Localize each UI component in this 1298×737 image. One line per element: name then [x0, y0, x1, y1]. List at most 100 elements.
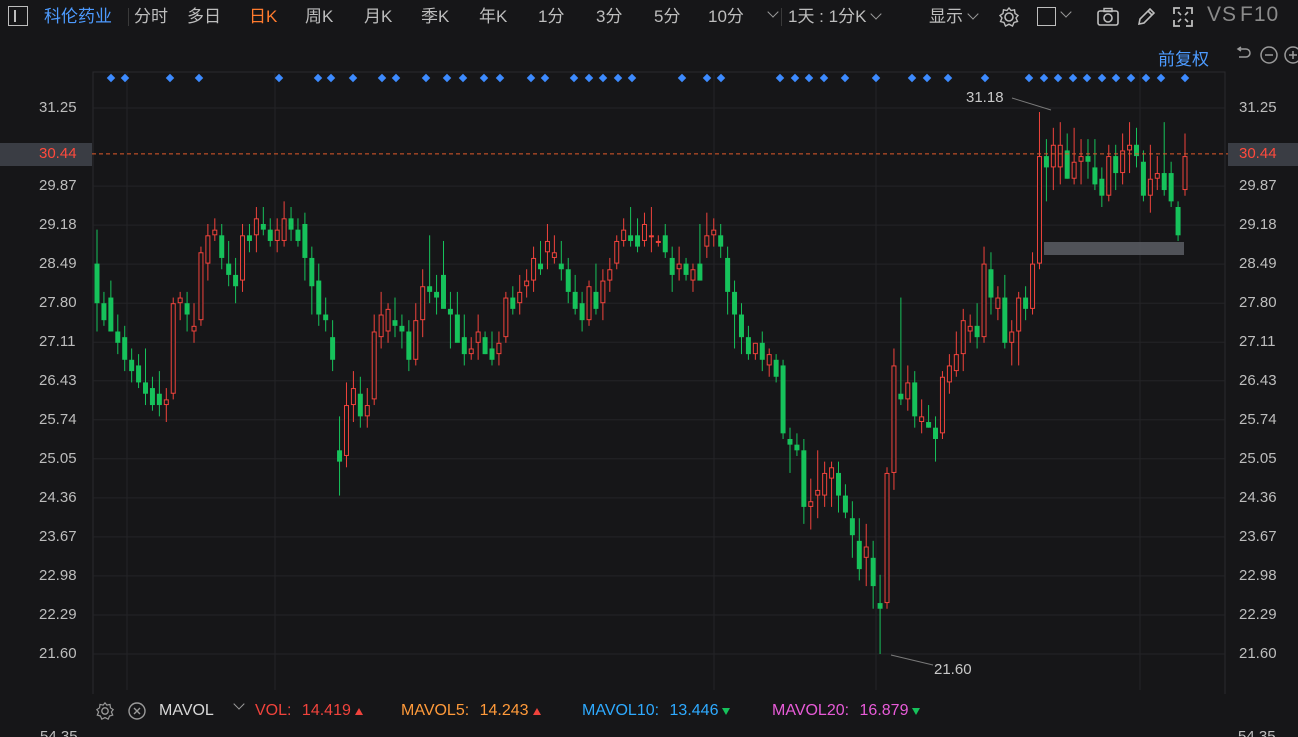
candlesticks: [94, 111, 1188, 654]
candle-body: [246, 235, 252, 241]
candle: [1147, 144, 1153, 213]
candle-body: [697, 263, 703, 281]
candle: [919, 399, 925, 434]
event-marker: [943, 73, 953, 83]
candle-body: [780, 365, 786, 434]
indicator-select[interactable]: MAVOL: [159, 702, 214, 720]
candle-body: [184, 303, 190, 315]
candle-body: [1016, 297, 1022, 332]
candle: [711, 218, 717, 247]
candle-body: [198, 252, 204, 321]
settings-icon[interactable]: [95, 701, 115, 721]
tab-quarter-k[interactable]: 季K: [421, 6, 449, 28]
candle-body: [177, 297, 183, 304]
candle: [260, 207, 266, 236]
event-marker: [326, 73, 336, 83]
candle: [863, 523, 869, 587]
display-menu[interactable]: 显示: [929, 6, 979, 28]
candle-body: [323, 314, 329, 321]
candle: [822, 461, 828, 507]
candle: [1127, 122, 1133, 174]
candle-body: [1133, 144, 1139, 157]
price-tick-left: 22.29: [39, 605, 77, 623]
mavol10-value: 13.446: [669, 702, 719, 719]
tab-fenshi[interactable]: 分时: [134, 6, 168, 28]
event-marker: [613, 73, 623, 83]
chart-overlay: [92, 97, 1228, 666]
mavol10-readout: MAVOL10: 13.446: [582, 702, 731, 720]
mavol20-readout: MAVOL20: 16.879: [772, 702, 921, 720]
candle-body: [1036, 156, 1042, 264]
fullscreen-icon[interactable]: [1172, 6, 1194, 28]
candle: [849, 501, 855, 558]
candle: [1085, 139, 1091, 179]
candle: [1078, 139, 1084, 185]
candle: [343, 382, 349, 468]
event-marker: [1097, 73, 1107, 83]
candle: [309, 246, 315, 315]
candle: [1168, 161, 1174, 208]
candle-body: [967, 325, 973, 332]
tab-week-k[interactable]: 周K: [305, 6, 333, 28]
close-icon[interactable]: [128, 702, 146, 720]
square-icon[interactable]: [1037, 7, 1056, 26]
high-price-label: 31.18: [966, 89, 1004, 106]
candle-body: [531, 257, 537, 281]
event-marker: [840, 73, 850, 83]
event-marker: [1039, 73, 1049, 83]
divider: [128, 8, 129, 26]
event-marker: [677, 73, 687, 83]
vs-button[interactable]: VS: [1207, 4, 1237, 26]
tab-month-k[interactable]: 月K: [364, 6, 392, 28]
pen-icon[interactable]: [1135, 6, 1157, 28]
candle-body: [1092, 167, 1098, 185]
candle-body: [1023, 297, 1029, 309]
f10-button[interactable]: F10: [1240, 4, 1279, 26]
event-marker: [804, 73, 814, 83]
chevron-down-icon[interactable]: [763, 4, 779, 26]
event-marker: [442, 73, 452, 83]
candle-body: [953, 354, 959, 372]
current-price-label-left: 30.44: [39, 144, 77, 162]
candle: [926, 405, 932, 428]
event-marker: [1111, 73, 1121, 83]
candle: [461, 314, 467, 366]
price-tick-right: 31.25: [1239, 99, 1277, 116]
sidebar-toggle-icon[interactable]: [8, 6, 28, 26]
settings-icon[interactable]: [998, 6, 1020, 28]
chevron-down-icon[interactable]: [1056, 4, 1072, 26]
candle-body: [441, 274, 446, 309]
candle-body: [822, 472, 828, 496]
tab-3min[interactable]: 3分: [596, 6, 622, 28]
tab-1min[interactable]: 1分: [538, 6, 564, 28]
event-marker: [540, 73, 550, 83]
candle-body: [738, 314, 744, 338]
tab-day-k[interactable]: 日K: [249, 6, 277, 28]
candle: [364, 388, 370, 428]
tab-10min-dropdown[interactable]: 10分: [708, 6, 744, 28]
period-select[interactable]: 1天 : 1分K: [788, 6, 883, 28]
price-tick-right: 27.80: [1239, 294, 1277, 312]
candle-body: [648, 235, 654, 238]
candle-body: [600, 280, 606, 304]
kline-chart[interactable]: [0, 36, 1298, 694]
chevron-down-icon[interactable]: [229, 698, 245, 717]
candle: [780, 359, 786, 439]
candle-body: [641, 223, 647, 241]
candle: [274, 218, 280, 253]
tab-5min[interactable]: 5分: [654, 6, 680, 28]
candle-body: [1168, 173, 1174, 202]
event-marker: [391, 73, 401, 83]
tab-year-k[interactable]: 年K: [479, 6, 507, 28]
tab-duori[interactable]: 多日: [187, 6, 221, 28]
candle-body: [406, 331, 412, 360]
candle: [468, 337, 474, 360]
candle: [621, 218, 627, 247]
candle: [718, 223, 724, 258]
camera-icon[interactable]: [1096, 7, 1120, 27]
event-marker: [120, 73, 130, 83]
candle-body: [1085, 156, 1091, 162]
candle: [163, 388, 169, 423]
candle-body: [593, 291, 599, 309]
stock-name[interactable]: 科伦药业: [44, 6, 112, 28]
